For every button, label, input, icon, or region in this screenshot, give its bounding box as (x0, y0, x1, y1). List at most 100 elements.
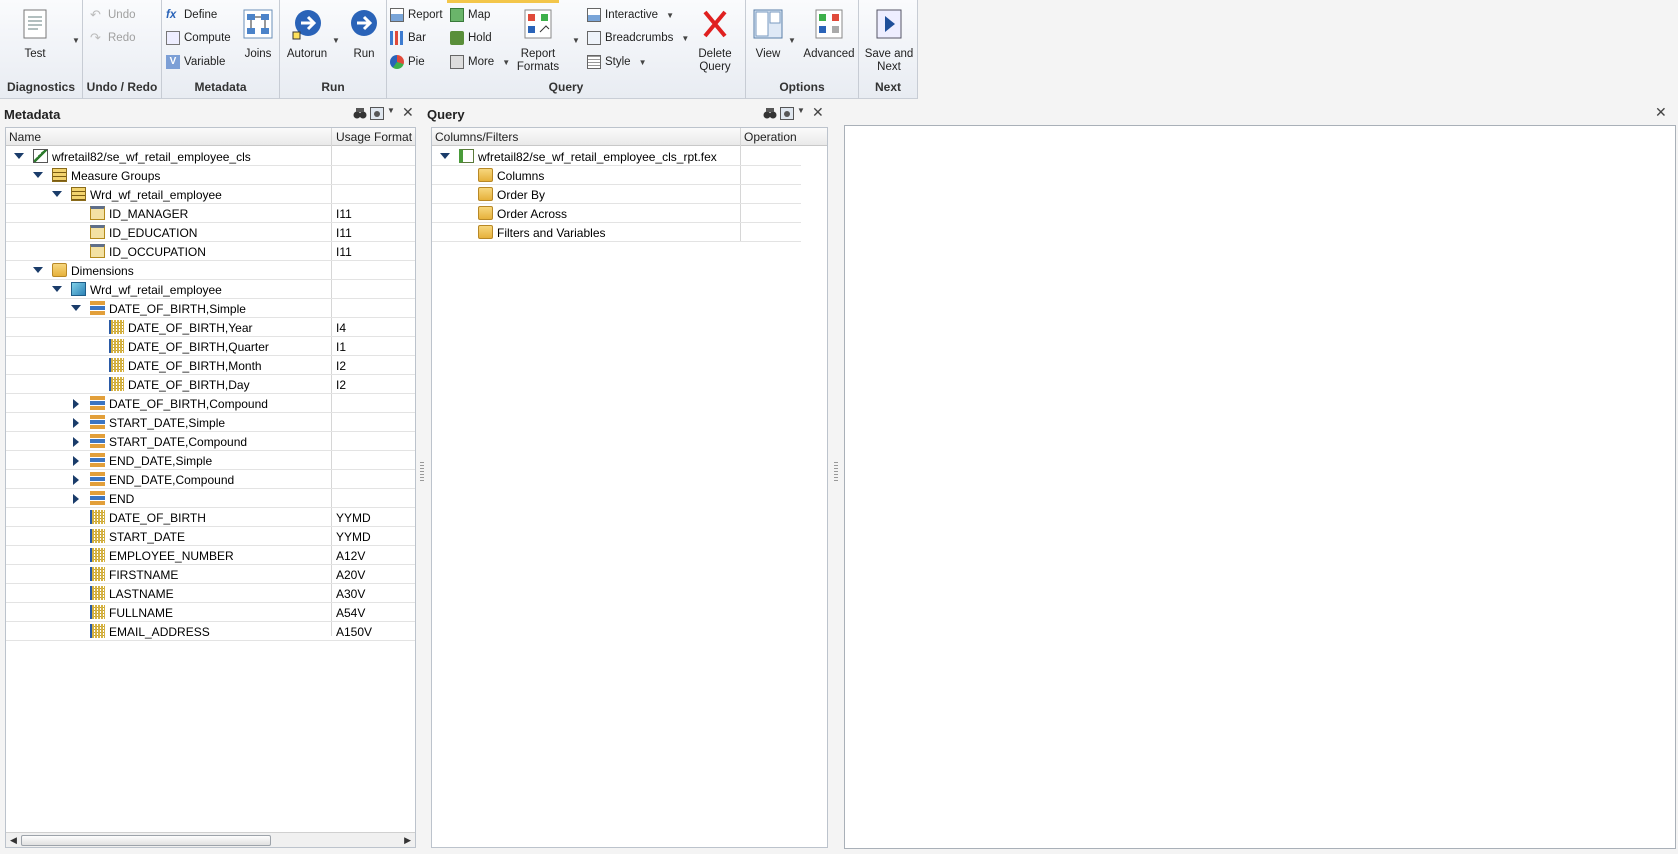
metadata-row[interactable]: DATE_OF_BIRTH,Quarter I1 (6, 337, 415, 356)
compute-button[interactable]: Compute (166, 31, 231, 45)
hold-button[interactable]: Hold (450, 31, 492, 45)
define-button[interactable]: fx Define (166, 8, 217, 22)
autorun-dropdown-arrow[interactable]: ▼ (332, 36, 340, 45)
metadata-row[interactable]: DATE_OF_BIRTH,Year I4 (6, 318, 415, 337)
expand-arrow-icon[interactable] (73, 399, 79, 409)
collapse-arrow-icon[interactable] (14, 153, 24, 159)
metadata-row[interactable]: START_DATE,Simple (6, 413, 415, 432)
query-panel-menu-arrow[interactable]: ▼ (797, 106, 805, 115)
expand-arrow-icon[interactable] (73, 418, 79, 428)
metadata-row[interactable]: END (6, 489, 415, 508)
metadata-label: START_DATE (109, 530, 186, 544)
more-dropdown-arrow: ▼ (502, 57, 511, 67)
style-dropdown-arrow: ▼ (638, 57, 647, 67)
metadata-row[interactable]: ID_EDUCATION I11 (6, 223, 415, 242)
metadata-row[interactable]: Dimensions (6, 261, 415, 280)
metadata-row[interactable]: Wrd_wf_retail_employee (6, 280, 415, 299)
view-dropdown-arrow[interactable]: ▼ (788, 36, 796, 45)
metadata-label: Wrd_wf_retail_employee (90, 283, 222, 297)
panel-view-icon[interactable] (370, 107, 384, 120)
metadata-panel-close-icon[interactable]: ✕ (402, 104, 414, 121)
metadata-row[interactable]: FULLNAME A54V (6, 603, 415, 622)
run-button[interactable]: Run (346, 8, 382, 61)
metadata-row[interactable]: END_DATE,Compound (6, 470, 415, 489)
delete-query-button[interactable]: Delete Query (693, 8, 737, 74)
report-formats-dropdown-arrow[interactable]: ▼ (572, 36, 580, 45)
folder-icon (478, 206, 493, 220)
view-button[interactable]: View (748, 8, 788, 61)
metadata-row[interactable]: END_DATE,Simple (6, 451, 415, 470)
scroll-left-arrow[interactable]: ◀ (10, 835, 17, 846)
bar-button[interactable]: Bar (390, 31, 426, 45)
report-canvas[interactable] (844, 125, 1676, 849)
metadata-row[interactable]: FIRSTNAME A20V (6, 565, 415, 584)
metadata-row[interactable]: wfretail82/se_wf_retail_employee_cls (6, 147, 415, 166)
metadata-panel-menu-arrow[interactable]: ▼ (387, 106, 395, 115)
metadata-row[interactable]: EMPLOYEE_NUMBER A12V (6, 546, 415, 565)
metadata-label: wfretail82/se_wf_retail_employee_cls (52, 150, 251, 164)
test-dropdown-arrow[interactable]: ▼ (72, 36, 80, 45)
query-row[interactable]: Order Across (432, 204, 801, 223)
autorun-button[interactable]: Autorun (284, 8, 330, 61)
column-header-operation[interactable]: Operation (744, 130, 797, 144)
test-button[interactable]: Test (14, 8, 56, 61)
group-options: View ▼ Advanced Options (746, 0, 859, 99)
query-row[interactable]: Filters and Variables (432, 223, 801, 242)
metadata-row[interactable]: EMAIL_ADDRESS A150V (6, 622, 415, 641)
scroll-thumb[interactable] (21, 835, 271, 846)
variable-button[interactable]: V Variable (166, 55, 225, 69)
metadata-row[interactable]: START_DATE YYMD (6, 527, 415, 546)
map-button[interactable]: Map (450, 8, 490, 22)
collapse-arrow-icon[interactable] (33, 172, 43, 178)
collapse-arrow-icon[interactable] (52, 191, 62, 197)
interactive-button[interactable]: Interactive ▼ (587, 8, 674, 22)
style-button[interactable]: Style ▼ (587, 55, 647, 69)
query-row[interactable]: Order By (432, 185, 801, 204)
group-next: Save and Next Next (859, 0, 918, 99)
metadata-row[interactable]: Wrd_wf_retail_employee (6, 185, 415, 204)
save-and-next-button[interactable]: Save and Next (862, 8, 916, 74)
undo-button[interactable]: ↶ Undo (90, 8, 136, 22)
collapse-arrow-icon[interactable] (440, 153, 450, 159)
query-row[interactable]: wfretail82/se_wf_retail_employee_cls_rpt… (432, 147, 801, 166)
report-button[interactable]: Report (390, 8, 443, 22)
metadata-row[interactable]: ID_MANAGER I11 (6, 204, 415, 223)
column-header-usage-format[interactable]: Usage Format (336, 130, 412, 144)
pie-button[interactable]: Pie (390, 55, 425, 69)
left-splitter-handle[interactable] (420, 462, 424, 482)
right-splitter-handle[interactable] (834, 462, 838, 482)
query-panel-close-icon[interactable]: ✕ (812, 104, 824, 121)
metadata-row[interactable]: START_DATE,Compound (6, 432, 415, 451)
canvas-close-icon[interactable]: ✕ (1655, 104, 1667, 121)
collapse-arrow-icon[interactable] (33, 267, 43, 273)
metadata-row[interactable]: DATE_OF_BIRTH,Month I2 (6, 356, 415, 375)
joins-button[interactable]: Joins (240, 8, 276, 61)
breadcrumbs-button[interactable]: Breadcrumbs ▼ (587, 31, 689, 45)
query-row[interactable]: Columns (432, 166, 801, 185)
metadata-horizontal-scrollbar[interactable]: ◀ ▶ (6, 832, 415, 847)
scroll-right-arrow[interactable]: ▶ (404, 835, 411, 846)
query-panel-view-icon[interactable] (780, 107, 794, 120)
expand-arrow-icon[interactable] (73, 494, 79, 504)
metadata-row[interactable]: ID_OCCUPATION I11 (6, 242, 415, 261)
more-button[interactable]: More ▼ (450, 55, 510, 69)
column-header-columns-filters[interactable]: Columns/Filters (435, 130, 518, 144)
find-icon[interactable] (353, 107, 367, 120)
collapse-arrow-icon[interactable] (71, 305, 81, 311)
redo-button[interactable]: ↷ Redo (90, 31, 136, 45)
metadata-row[interactable]: DATE_OF_BIRTH YYMD (6, 508, 415, 527)
metadata-row[interactable]: DATE_OF_BIRTH,Day I2 (6, 375, 415, 394)
column-header-name[interactable]: Name (9, 130, 41, 144)
metadata-row[interactable]: DATE_OF_BIRTH,Simple (6, 299, 415, 318)
metadata-row[interactable]: LASTNAME A30V (6, 584, 415, 603)
metadata-row[interactable]: Measure Groups (6, 166, 415, 185)
query-find-icon[interactable] (763, 107, 777, 120)
expand-arrow-icon[interactable] (73, 456, 79, 466)
metadata-row[interactable]: DATE_OF_BIRTH,Compound (6, 394, 415, 413)
advanced-button[interactable]: Advanced (802, 8, 856, 61)
expand-arrow-icon[interactable] (73, 475, 79, 485)
collapse-arrow-icon[interactable] (52, 286, 62, 292)
report-formats-button[interactable]: Report Formats (515, 8, 561, 74)
hierarchy-icon (90, 453, 105, 467)
expand-arrow-icon[interactable] (73, 437, 79, 447)
